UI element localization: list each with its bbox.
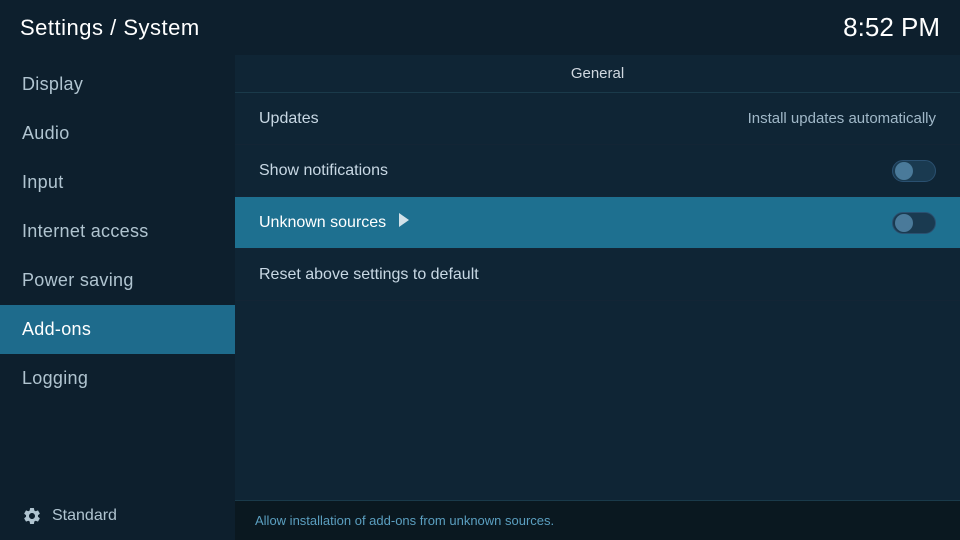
sidebar-item-add-ons[interactable]: Add-ons (0, 305, 235, 354)
unknown-sources-toggle[interactable] (892, 212, 936, 234)
reset-label: Reset above settings to default (259, 266, 479, 284)
profile-level: Standard (52, 507, 117, 525)
status-text: Allow installation of add-ons from unkno… (255, 513, 554, 528)
setting-row-reset[interactable]: Reset above settings to default (235, 249, 960, 301)
app-container: Settings / System 8:52 PM Display Audio … (0, 0, 960, 540)
unknown-sources-label: Unknown sources (259, 213, 409, 232)
sidebar-item-power-saving[interactable]: Power saving (0, 256, 235, 305)
section-header: General (235, 55, 960, 93)
updates-value: Install updates automatically (748, 110, 936, 127)
clock: 8:52 PM (843, 12, 940, 43)
main-content: Display Audio Input Internet access Powe… (0, 55, 960, 540)
sidebar-item-input[interactable]: Input (0, 158, 235, 207)
setting-row-updates[interactable]: Updates Install updates automatically (235, 93, 960, 145)
cursor-indicator (399, 213, 409, 227)
setting-row-unknown-sources[interactable]: Unknown sources (235, 197, 960, 249)
sidebar-item-internet-access[interactable]: Internet access (0, 207, 235, 256)
sidebar-item-audio[interactable]: Audio (0, 109, 235, 158)
sidebar: Display Audio Input Internet access Powe… (0, 55, 235, 540)
gear-icon (22, 506, 42, 526)
sidebar-item-display[interactable]: Display (0, 60, 235, 109)
setting-row-show-notifications[interactable]: Show notifications (235, 145, 960, 197)
header: Settings / System 8:52 PM (0, 0, 960, 55)
sidebar-item-logging[interactable]: Logging (0, 354, 235, 403)
page-title: Settings / System (20, 15, 200, 41)
sidebar-bottom: Standard (0, 492, 235, 540)
settings-panel: General Updates Install updates automati… (235, 55, 960, 540)
settings-content: General Updates Install updates automati… (235, 55, 960, 500)
show-notifications-toggle[interactable] (892, 160, 936, 182)
updates-label: Updates (259, 110, 319, 128)
status-bar: Allow installation of add-ons from unkno… (235, 500, 960, 540)
show-notifications-label: Show notifications (259, 162, 388, 180)
